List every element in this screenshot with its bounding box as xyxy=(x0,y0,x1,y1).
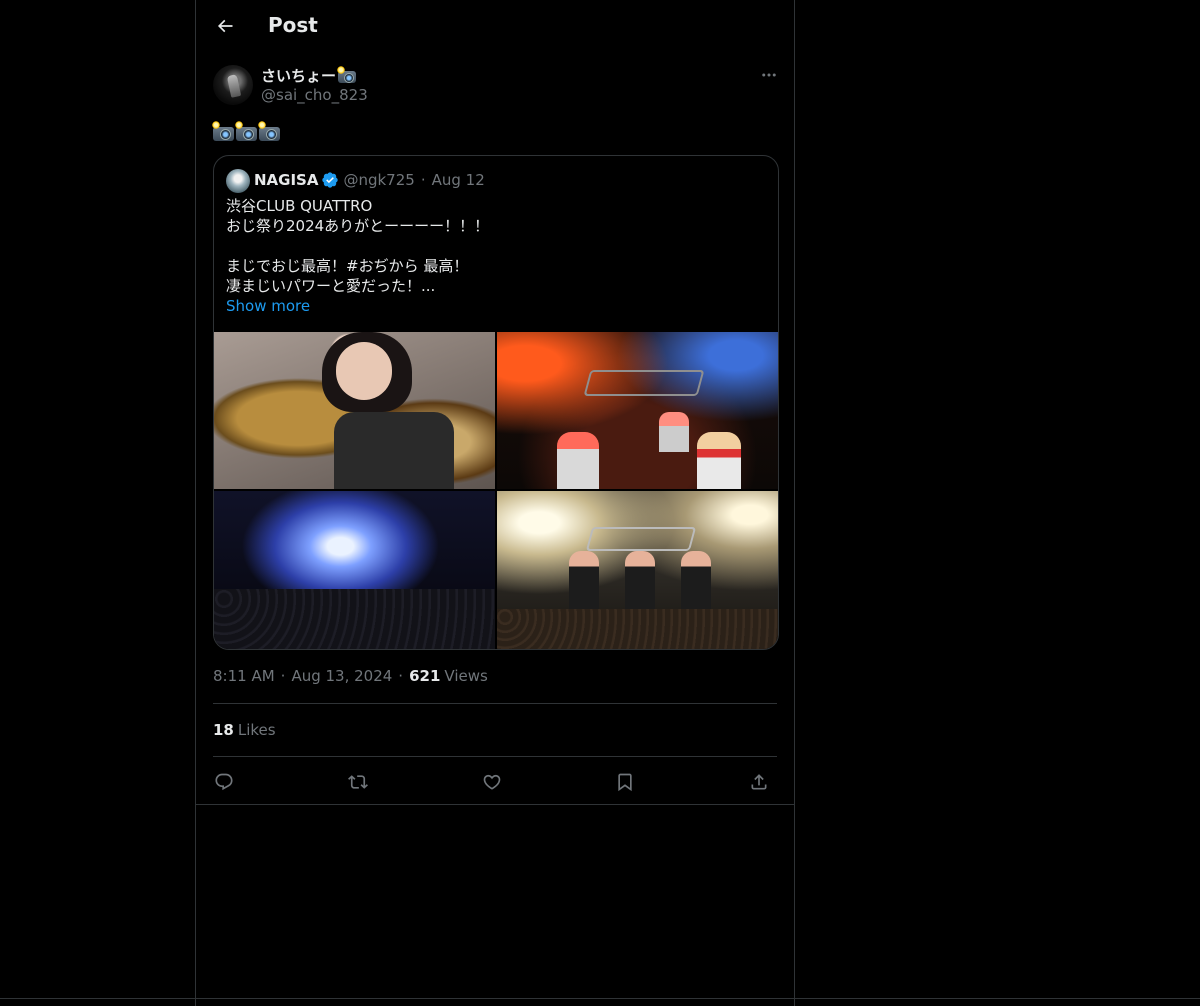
band-bowing-to-crowd-photo[interactable] xyxy=(497,491,778,649)
post-column: Post さいちょー @sai_cho_823 NAGISA @ngk725 · xyxy=(195,0,795,1006)
divider xyxy=(196,804,794,805)
like-button[interactable] xyxy=(475,765,509,799)
author-avatar[interactable] xyxy=(213,65,253,105)
post-meta: 8:11 AM · Aug 13, 2024 · 621 Views xyxy=(213,667,488,685)
separator-dot: · xyxy=(398,667,404,685)
camera-with-flash-emoji xyxy=(337,66,357,83)
likes-label: Likes xyxy=(237,721,276,739)
quoted-author-avatar[interactable] xyxy=(226,169,250,193)
author-handle[interactable]: @sai_cho_823 xyxy=(261,86,368,104)
quoted-post-date[interactable]: Aug 12 xyxy=(432,171,485,189)
arrow-left-icon xyxy=(217,19,233,33)
divider xyxy=(213,703,777,704)
likes-link[interactable]: 18 Likes xyxy=(213,721,276,739)
bookmark-icon xyxy=(618,773,632,792)
author-name-text: さいちょー xyxy=(261,67,337,85)
quoted-post-text: 渋谷CLUB QUATTRO おじ祭り2024ありがとーーーー！！！ まじでおじ… xyxy=(226,196,766,316)
quoted-text-line: おじ祭り2024ありがとーーーー！！！ xyxy=(226,217,490,235)
header: Post xyxy=(196,0,794,53)
views-label: Views xyxy=(444,667,488,685)
post-text xyxy=(212,121,280,143)
post-date[interactable]: Aug 13, 2024 xyxy=(291,667,392,685)
camera-with-flash-emoji xyxy=(235,121,257,141)
band-on-stage-red-lights-photo[interactable] xyxy=(497,332,778,489)
quoted-text-line: 凄まじいパワーと愛だった！... xyxy=(226,277,436,295)
separator-dot: · xyxy=(280,667,286,685)
media-grid xyxy=(214,332,778,649)
separator-dot: · xyxy=(420,171,426,189)
verified-badge-icon xyxy=(321,171,339,189)
quoted-author-handle[interactable]: @ngk725 xyxy=(343,171,414,189)
author-display-name[interactable]: さいちょー xyxy=(261,65,357,86)
page-bottom-line xyxy=(0,998,1200,999)
post-time[interactable]: 8:11 AM xyxy=(213,667,275,685)
bookmark-button[interactable] xyxy=(608,765,642,799)
reply-icon xyxy=(215,773,233,791)
drummer-closeup-photo[interactable] xyxy=(214,332,495,489)
share-button[interactable] xyxy=(742,765,776,799)
camera-with-flash-emoji xyxy=(212,121,234,141)
more-dots-icon xyxy=(762,73,776,77)
repost-icon xyxy=(348,775,368,789)
views-count: 621 xyxy=(409,667,441,685)
action-bar xyxy=(213,765,777,799)
like-icon xyxy=(483,774,501,790)
back-button[interactable] xyxy=(208,9,242,43)
quoted-author-name[interactable]: NAGISA xyxy=(254,171,318,189)
quoted-text-line: まじでおじ最高！#おぢから 最高！ xyxy=(226,257,469,275)
show-more-link[interactable]: Show more xyxy=(226,296,766,316)
share-icon xyxy=(751,774,767,790)
repost-button[interactable] xyxy=(341,765,375,799)
divider xyxy=(213,756,777,757)
concert-crowd-blue-lights-photo[interactable] xyxy=(214,491,495,649)
quoted-post-card[interactable]: NAGISA @ngk725 · Aug 12 渋谷CLUB QUATTRO お… xyxy=(213,155,779,650)
quoted-text-line xyxy=(226,236,766,256)
camera-with-flash-emoji xyxy=(258,121,280,141)
quoted-text-line: 渋谷CLUB QUATTRO xyxy=(226,197,373,215)
quoted-post-header: NAGISA @ngk725 · Aug 12 xyxy=(254,171,485,189)
more-options-button[interactable] xyxy=(752,64,786,86)
likes-count: 18 xyxy=(213,721,234,739)
reply-button[interactable] xyxy=(207,765,241,799)
page-title: Post xyxy=(268,13,318,37)
